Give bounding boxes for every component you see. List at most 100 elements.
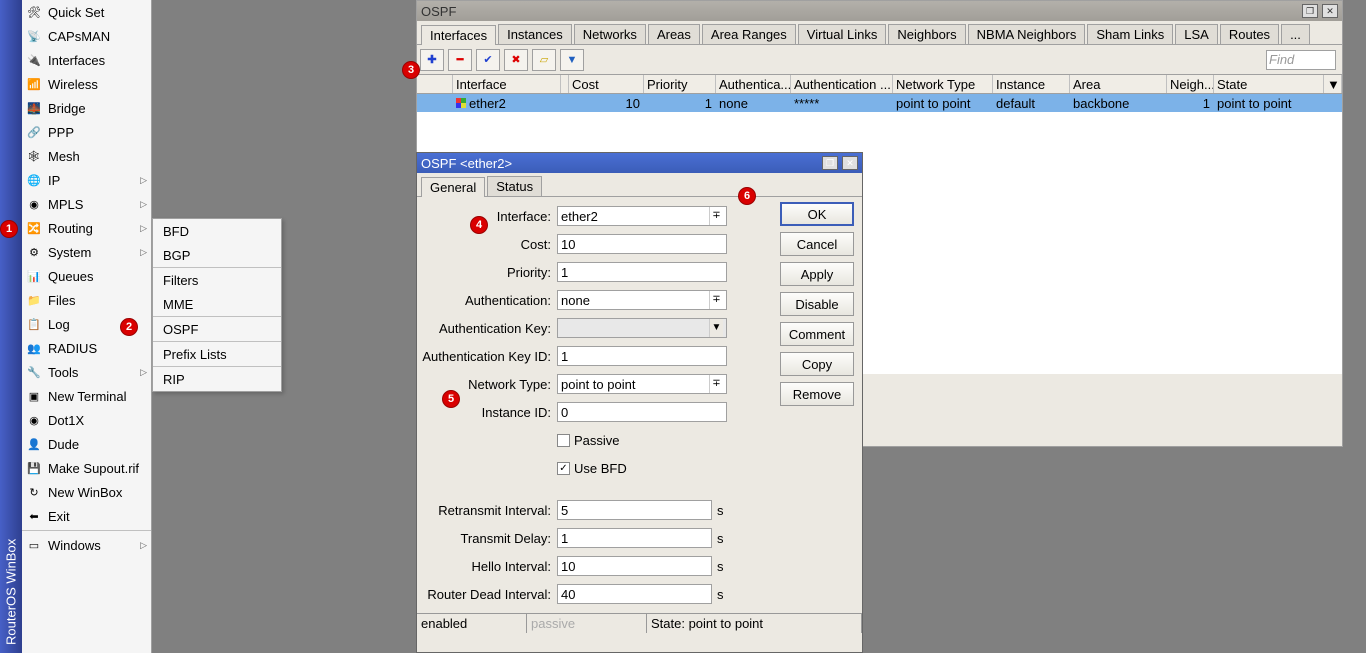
tab-networks[interactable]: Networks (574, 24, 646, 44)
submenu-item-bfd[interactable]: BFD (153, 219, 281, 243)
sidebar-item-ppp[interactable]: 🔗PPP (22, 120, 151, 144)
sidebar-item-wireless[interactable]: 📶Wireless (22, 72, 151, 96)
ospf-columns-header[interactable]: Interface CostPriorityAuthentica...Authen… (417, 74, 1342, 94)
submenu-item-filters[interactable]: Filters (153, 268, 281, 292)
state-status: State: point to point (647, 614, 862, 633)
dialog-tab-general[interactable]: General (421, 177, 485, 197)
tab-area-ranges[interactable]: Area Ranges (702, 24, 796, 44)
sidebar-item-tools[interactable]: 🔧Tools▷ (22, 360, 151, 384)
sidebar-item-routing[interactable]: 🔀Routing▷ (22, 216, 151, 240)
table-row[interactable]: ether2 10 1 none ***** point to point de… (417, 94, 1342, 112)
sidebar-label: IP (48, 173, 60, 188)
find-input[interactable]: Find (1266, 50, 1336, 70)
submenu-item-mme[interactable]: MME (153, 292, 281, 316)
tab-lsa[interactable]: LSA (1175, 24, 1218, 44)
dialog-tab-status[interactable]: Status (487, 176, 542, 196)
enable-button[interactable]: ✔ (476, 49, 500, 71)
sidebar-item-new-winbox[interactable]: ↻New WinBox (22, 480, 151, 504)
sidebar-item-make-supout.rif[interactable]: 💾Make Supout.rif (22, 456, 151, 480)
txdelay-input[interactable]: 1 (557, 528, 712, 548)
sidebar-item-quick-set[interactable]: 🛠Quick Set (22, 0, 151, 24)
sidebar-item-exit[interactable]: ⬅Exit (22, 504, 151, 528)
column-header[interactable]: Authentication ... (791, 75, 893, 93)
remove-button[interactable]: Remove (780, 382, 854, 406)
close-icon[interactable]: ✕ (842, 156, 858, 170)
column-header[interactable]: State (1214, 75, 1324, 93)
hello-input[interactable]: 10 (557, 556, 712, 576)
column-header[interactable]: Neigh... (1167, 75, 1214, 93)
tab-instances[interactable]: Instances (498, 24, 572, 44)
ok-button[interactable]: OK (780, 202, 854, 226)
cost-input[interactable]: 10 (557, 234, 727, 254)
sidebar-item-dude[interactable]: 👤Dude (22, 432, 151, 456)
column-header[interactable]: Network Type (893, 75, 993, 93)
tab-areas[interactable]: Areas (648, 24, 700, 44)
passive-checkbox[interactable] (557, 434, 570, 447)
ospf-titlebar[interactable]: OSPF ❐ ✕ (417, 1, 1342, 21)
tab-nbma-neighbors[interactable]: NBMA Neighbors (968, 24, 1086, 44)
dialog-titlebar[interactable]: OSPF <ether2> ❐ ✕ (417, 153, 862, 173)
column-header[interactable]: Priority (644, 75, 716, 93)
sidebar-item-mpls[interactable]: ◉MPLS▷ (22, 192, 151, 216)
sidebar-item-system[interactable]: ⚙System▷ (22, 240, 151, 264)
dropdown-icon[interactable]: ∓ (709, 207, 723, 225)
priority-input[interactable]: 1 (557, 262, 727, 282)
sidebar-item-new-terminal[interactable]: ▣New Terminal (22, 384, 151, 408)
authkey-input[interactable]: ▼ (557, 318, 727, 338)
dead-input[interactable]: 40 (557, 584, 712, 604)
dropdown-icon[interactable]: ∓ (709, 291, 723, 309)
submenu-item-prefix-lists[interactable]: Prefix Lists (153, 342, 281, 366)
cancel-button[interactable]: Cancel (780, 232, 854, 256)
authkeyid-input[interactable]: 1 (557, 346, 727, 366)
sidebar-item-ip[interactable]: 🌐IP▷ (22, 168, 151, 192)
tab-routes[interactable]: Routes (1220, 24, 1279, 44)
sidebar-item-capsman[interactable]: 📡CAPsMAN (22, 24, 151, 48)
tab-interfaces[interactable]: Interfaces (421, 25, 496, 45)
maximize-icon[interactable]: ❐ (822, 156, 838, 170)
dropdown-icon[interactable]: ∓ (709, 375, 723, 393)
submenu-item-ospf[interactable]: OSPF (153, 317, 281, 341)
sidebar-label: System (48, 245, 91, 260)
comment-button[interactable]: Comment (780, 322, 854, 346)
tab-sham-links[interactable]: Sham Links (1087, 24, 1173, 44)
remove-button[interactable]: ━ (448, 49, 472, 71)
close-icon[interactable]: ✕ (1322, 4, 1338, 18)
submenu-item-bgp[interactable]: BGP (153, 243, 281, 267)
usebfd-checkbox[interactable]: ✓ (557, 462, 570, 475)
maximize-icon[interactable]: ❐ (1302, 4, 1318, 18)
interface-select[interactable]: ether2∓ (557, 206, 727, 226)
menu-icon: ↻ (26, 484, 42, 500)
sidebar-item-windows[interactable]: ▭Windows▷ (22, 533, 151, 557)
column-header[interactable]: Area (1070, 75, 1167, 93)
filter-button[interactable]: ▼ (560, 49, 584, 71)
tab-neighbors[interactable]: Neighbors (888, 24, 965, 44)
copy-button[interactable]: Copy (780, 352, 854, 376)
column-header[interactable]: Authentica... (716, 75, 791, 93)
tab-virtual-links[interactable]: Virtual Links (798, 24, 887, 44)
column-header[interactable] (417, 75, 453, 93)
add-button[interactable]: ✚ (420, 49, 444, 71)
sidebar-item-mesh[interactable]: 🕸Mesh (22, 144, 151, 168)
column-header[interactable]: Instance (993, 75, 1070, 93)
sidebar-item-bridge[interactable]: 🌉Bridge (22, 96, 151, 120)
disable-button[interactable]: Disable (780, 292, 854, 316)
sidebar-item-files[interactable]: 📁Files (22, 288, 151, 312)
apply-button[interactable]: Apply (780, 262, 854, 286)
column-header[interactable]: Interface (453, 75, 561, 93)
instanceid-input[interactable]: 0 (557, 402, 727, 422)
sidebar-item-queues[interactable]: 📊Queues (22, 264, 151, 288)
auth-select[interactable]: none∓ (557, 290, 727, 310)
nettype-select[interactable]: point to point∓ (557, 374, 727, 394)
submenu-item-rip[interactable]: RIP (153, 367, 281, 391)
disable-button[interactable]: ✖ (504, 49, 528, 71)
sidebar-item-interfaces[interactable]: 🔌Interfaces (22, 48, 151, 72)
tab--[interactable]: ... (1281, 24, 1310, 44)
column-header[interactable]: Cost (569, 75, 644, 93)
sidebar-item-radius[interactable]: 👥RADIUS (22, 336, 151, 360)
column-menu-icon[interactable]: ▼ (1324, 75, 1342, 93)
retransmit-input[interactable]: 5 (557, 500, 712, 520)
column-header[interactable] (561, 75, 569, 93)
comment-button[interactable]: ▱ (532, 49, 556, 71)
dropdown-icon[interactable]: ▼ (709, 319, 723, 337)
sidebar-item-dot1x[interactable]: ◉Dot1X (22, 408, 151, 432)
